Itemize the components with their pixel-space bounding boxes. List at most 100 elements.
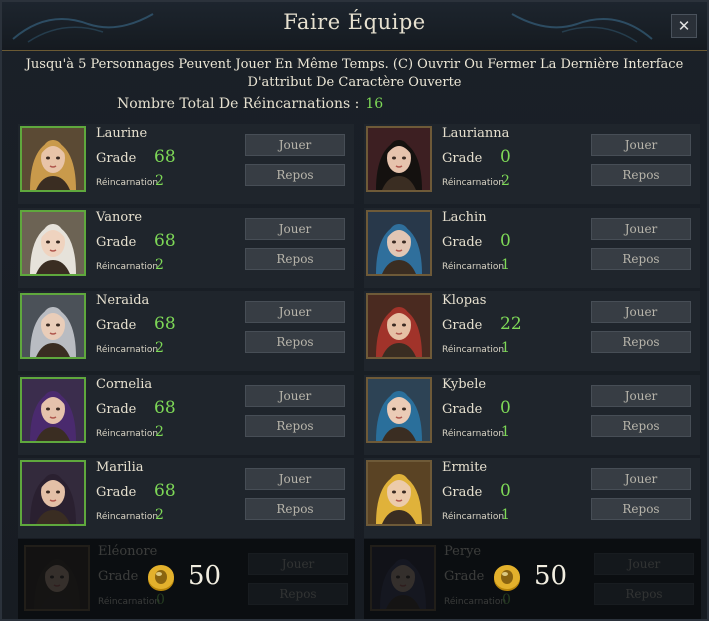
grade-label: Grade — [444, 569, 485, 584]
grade-label: Grade — [98, 569, 139, 584]
unlock-cost: 50 — [188, 561, 222, 591]
reincarnation-label: Réincarnation — [442, 178, 505, 188]
unlock-cost: 50 — [534, 561, 568, 591]
grade-value: 68 — [154, 481, 176, 501]
grade-label: Grade — [96, 401, 137, 417]
rest-button: Repos — [248, 583, 348, 605]
play-button[interactable]: Jouer — [245, 468, 345, 490]
total-value: 16 — [365, 96, 384, 112]
character-name: Kybele — [442, 376, 487, 392]
character-card: Neraida Grade 68 Réincarnation 2 Jouer R… — [18, 291, 354, 371]
play-button[interactable]: Jouer — [591, 468, 691, 490]
reincarnation-label: Réincarnation — [96, 428, 159, 439]
reincarnation-label: Réincarnation — [442, 512, 505, 522]
character-portrait[interactable] — [366, 209, 432, 276]
character-card: Marilia Grade 68 Réincarnation 2 Jouer R… — [18, 458, 354, 538]
character-name: Laurine — [96, 126, 148, 141]
reincarnation-value: 2 — [501, 173, 510, 189]
reincarnation-value: 1 — [501, 256, 510, 273]
reincarnation-label: Réincarnation — [96, 261, 159, 272]
grade-value: 68 — [154, 314, 176, 334]
grade-label: Grade — [96, 485, 137, 500]
grade-value: 22 — [500, 314, 522, 334]
locked-character-card[interactable]: Eléonore Grade 0 Réincarnation 0 Jouer R… — [18, 539, 355, 619]
grade-value: 0 — [500, 397, 511, 418]
play-button[interactable]: Jouer — [591, 134, 691, 156]
character-name: Lachin — [442, 209, 487, 225]
rest-button[interactable]: Repos — [245, 164, 345, 186]
play-button[interactable]: Jouer — [591, 301, 691, 323]
reincarnation-label: Réincarnation — [96, 178, 159, 188]
gold-coin-icon — [148, 565, 174, 591]
character-portrait — [370, 545, 436, 611]
character-name: Laurianna — [442, 126, 510, 141]
reincarnation-label: Réincarnation — [442, 261, 505, 272]
character-portrait[interactable] — [366, 460, 432, 526]
rest-button[interactable]: Repos — [245, 331, 345, 353]
character-name: Vanore — [96, 209, 143, 225]
rest-button[interactable]: Repos — [591, 331, 691, 353]
character-portrait[interactable] — [366, 376, 432, 443]
rest-button[interactable]: Repos — [245, 414, 345, 437]
grade-value: 0 — [500, 481, 511, 501]
reincarnation-value: 2 — [155, 173, 164, 189]
character-card: Klopas Grade 22 Réincarnation 1 Jouer Re… — [364, 291, 700, 371]
play-button: Jouer — [594, 553, 694, 575]
close-button[interactable]: ✕ — [671, 14, 697, 38]
rest-button: Repos — [594, 583, 694, 605]
character-portrait[interactable] — [20, 376, 86, 443]
rest-button[interactable]: Repos — [591, 498, 691, 520]
grade-value: 0 — [500, 230, 511, 251]
locked-character-card[interactable]: Perye Grade 0 Réincarnation 0 Jouer Repo… — [364, 539, 701, 619]
reincarnation-value: 2 — [155, 507, 164, 523]
total-reincarnations: Nombre Total De Réincarnations : 16 — [117, 96, 383, 112]
reincarnation-label: Réincarnation — [96, 345, 159, 355]
character-card: Vanore Grade 68 Réincarnation 2 Jouer Re… — [18, 207, 354, 288]
title-bar: Faire Équipe ✕ — [2, 2, 707, 51]
character-name: Cornelia — [96, 376, 153, 392]
character-portrait[interactable] — [20, 209, 86, 276]
rest-button[interactable]: Repos — [591, 414, 691, 437]
rest-button[interactable]: Repos — [245, 247, 345, 270]
reincarnation-label: Réincarnation — [444, 597, 507, 607]
grade-value: 0 — [500, 147, 511, 167]
character-portrait[interactable] — [20, 293, 86, 359]
grade-label: Grade — [442, 151, 483, 166]
character-portrait[interactable] — [20, 126, 86, 192]
play-button[interactable]: Jouer — [245, 384, 345, 407]
play-button[interactable]: Jouer — [245, 301, 345, 323]
reincarnation-value: 2 — [155, 423, 164, 440]
character-name: Ermite — [442, 460, 488, 475]
character-portrait[interactable] — [366, 293, 432, 359]
play-button[interactable]: Jouer — [245, 217, 345, 240]
reincarnation-value: 2 — [155, 256, 164, 273]
reincarnation-label: Réincarnation — [442, 345, 505, 355]
character-name: Perye — [444, 544, 482, 559]
play-button[interactable]: Jouer — [591, 384, 691, 407]
character-card: Ermite Grade 0 Réincarnation 1 Jouer Rep… — [364, 458, 700, 538]
total-label: Nombre Total De Réincarnations : — [117, 96, 360, 112]
character-portrait[interactable] — [20, 460, 86, 526]
reincarnation-value: 1 — [501, 340, 510, 356]
play-button[interactable]: Jouer — [245, 134, 345, 156]
play-button: Jouer — [248, 553, 348, 575]
character-card: Laurianna Grade 0 Réincarnation 2 Jouer … — [364, 124, 700, 204]
character-name: Neraida — [96, 293, 150, 308]
reincarnation-label: Réincarnation — [442, 428, 505, 439]
character-card: Laurine Grade 68 Réincarnation 2 Jouer R… — [18, 124, 354, 204]
window-title: Faire Équipe — [283, 10, 426, 34]
grade-value: 68 — [154, 230, 176, 251]
character-card: Cornelia Grade 68 Réincarnation 2 Jouer … — [18, 374, 354, 455]
play-button[interactable]: Jouer — [591, 217, 691, 240]
character-portrait[interactable] — [366, 126, 432, 192]
rest-button[interactable]: Repos — [591, 247, 691, 270]
team-window: Faire Équipe ✕ Jusqu'à 5 Personnages Peu… — [0, 0, 709, 621]
rest-button[interactable]: Repos — [245, 498, 345, 520]
gold-coin-icon — [494, 565, 520, 591]
grade-label: Grade — [442, 401, 483, 417]
reincarnation-value: 0 — [156, 592, 165, 608]
rest-button[interactable]: Repos — [591, 164, 691, 186]
close-icon: ✕ — [677, 17, 691, 35]
grade-value: 68 — [154, 147, 176, 167]
reincarnation-value: 2 — [155, 340, 164, 356]
